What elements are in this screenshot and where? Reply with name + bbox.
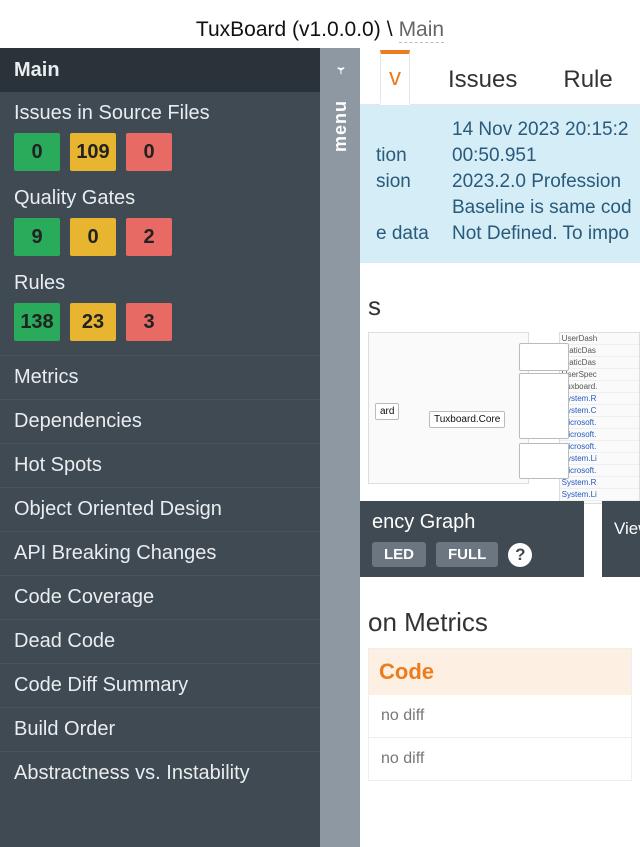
info-label: tion <box>376 145 436 167</box>
sidebar-item-dead-code[interactable]: Dead Code <box>0 619 320 663</box>
graph-scaled-button[interactable]: LED <box>372 542 426 567</box>
dependency-graph-thumb[interactable]: ard Tuxboard.Core <box>368 332 529 484</box>
status-chip-error[interactable]: 0 <box>126 133 172 171</box>
sidebar: Main Issues in Source Files 0 109 0 Qual… <box>0 48 321 847</box>
list-item: Microsoft. <box>560 465 639 477</box>
sidebar-item-coverage[interactable]: Code Coverage <box>0 575 320 619</box>
breadcrumb: TuxBoard (v1.0.0.0) \ Main <box>0 0 640 54</box>
info-value: Baseline is same cod <box>452 197 632 219</box>
status-chip-ok[interactable]: 0 <box>14 133 60 171</box>
list-item: Microsoft. <box>560 441 639 453</box>
list-item: UserSpec <box>560 369 639 381</box>
help-icon[interactable]: ? <box>508 543 532 567</box>
breadcrumb-sep: \ <box>387 18 393 42</box>
info-label <box>376 197 436 219</box>
section-heading: on Metrics <box>368 607 640 638</box>
sidebar-item-ood[interactable]: Object Oriented Design <box>0 487 320 531</box>
list-item: Microsoft. <box>560 417 639 429</box>
info-panel: 14 Nov 2023 20:15:2 tion 00:50.951 sion 20… <box>360 105 640 263</box>
code-box-body: no diff <box>369 737 631 780</box>
sidebar-item-dependencies[interactable]: Dependencies <box>0 399 320 443</box>
sidebar-item-build-order[interactable]: Build Order <box>0 707 320 751</box>
list-item: Tuxboard. <box>560 381 639 393</box>
sidebar-item-metrics[interactable]: Metrics <box>0 355 320 399</box>
group-title[interactable]: Rules <box>14 272 306 295</box>
info-value: 00:50.951 <box>452 145 537 167</box>
breadcrumb-app: TuxBoard (v1.0.0.0) <box>196 18 381 42</box>
code-box: Code no diff no diff <box>368 648 632 781</box>
sidebar-group-gates: Quality Gates 9 0 2 <box>0 177 320 262</box>
info-value: 14 Nov 2023 20:15:2 <box>452 119 628 141</box>
sidebar-gutter: menu <box>320 48 360 847</box>
list-item: System.R <box>560 477 639 489</box>
list-caption: View a <box>602 501 640 577</box>
list-item: System.C <box>560 405 639 417</box>
graph-node: ard <box>375 403 399 420</box>
gutter-label[interactable]: menu <box>330 100 351 152</box>
code-box-body: no diff <box>369 695 631 737</box>
status-chip-ok[interactable]: 9 <box>14 218 60 256</box>
list-item: Microsoft. <box>560 429 639 441</box>
status-chip-warn[interactable]: 0 <box>70 218 116 256</box>
graph-caption: ency Graph LED FULL ? <box>360 501 584 577</box>
sidebar-item-api-breaking[interactable]: API Breaking Changes <box>0 531 320 575</box>
status-chip-warn[interactable]: 109 <box>70 133 116 171</box>
sidebar-nav: Metrics Dependencies Hot Spots Object Or… <box>0 355 320 795</box>
status-chip-error[interactable]: 2 <box>126 218 172 256</box>
group-title[interactable]: Quality Gates <box>14 187 306 210</box>
group-title[interactable]: Issues in Source Files <box>14 102 306 125</box>
tabs: v Issues Rule <box>360 48 640 105</box>
sidebar-group-issues: Issues in Source Files 0 109 0 <box>0 92 320 177</box>
info-value: Not Defined. To impo <box>452 223 629 245</box>
list-item: System.Li <box>560 489 639 501</box>
info-value: 2023.2.0 Profession <box>452 171 621 193</box>
graph-node <box>519 343 569 371</box>
graph-caption-title: ency Graph <box>372 511 572 534</box>
list-item: StaticDas <box>560 357 639 369</box>
list-item: UserDash <box>560 333 639 345</box>
tab-overview[interactable]: v <box>380 50 410 105</box>
dependency-list-thumb[interactable]: UserDash StaticDas StaticDas UserSpec Tu… <box>559 332 640 504</box>
info-label: e data <box>376 223 436 245</box>
list-item: System.Li <box>560 453 639 465</box>
list-item: System.R <box>560 393 639 405</box>
graph-node: Tuxboard.Core <box>429 411 505 428</box>
tab-issues[interactable]: Issues <box>440 56 525 104</box>
pin-icon[interactable] <box>327 58 353 84</box>
sidebar-item-diff[interactable]: Code Diff Summary <box>0 663 320 707</box>
status-chip-warn[interactable]: 23 <box>70 303 116 341</box>
section-heading: s <box>368 291 640 322</box>
status-chip-ok[interactable]: 138 <box>14 303 60 341</box>
sidebar-group-rules: Rules 138 23 3 <box>0 262 320 347</box>
view-all-link[interactable]: View a <box>614 519 640 539</box>
graph-full-button[interactable]: FULL <box>436 542 498 567</box>
status-chip-error[interactable]: 3 <box>126 303 172 341</box>
sidebar-item-hotspots[interactable]: Hot Spots <box>0 443 320 487</box>
breadcrumb-leaf[interactable]: Main <box>399 18 445 43</box>
sidebar-item-abs-instab[interactable]: Abstractness vs. Instability <box>0 751 320 795</box>
graph-node <box>519 443 569 479</box>
sidebar-header[interactable]: Main <box>0 48 320 92</box>
info-label: sion <box>376 171 436 193</box>
tab-rules[interactable]: Rule <box>555 56 620 104</box>
graph-node <box>519 373 569 439</box>
code-box-head: Code <box>369 649 631 695</box>
diagrams-row: ard Tuxboard.Core UserDash StaticDas Sta… <box>360 332 640 504</box>
info-label <box>376 119 436 141</box>
list-item: StaticDas <box>560 345 639 357</box>
